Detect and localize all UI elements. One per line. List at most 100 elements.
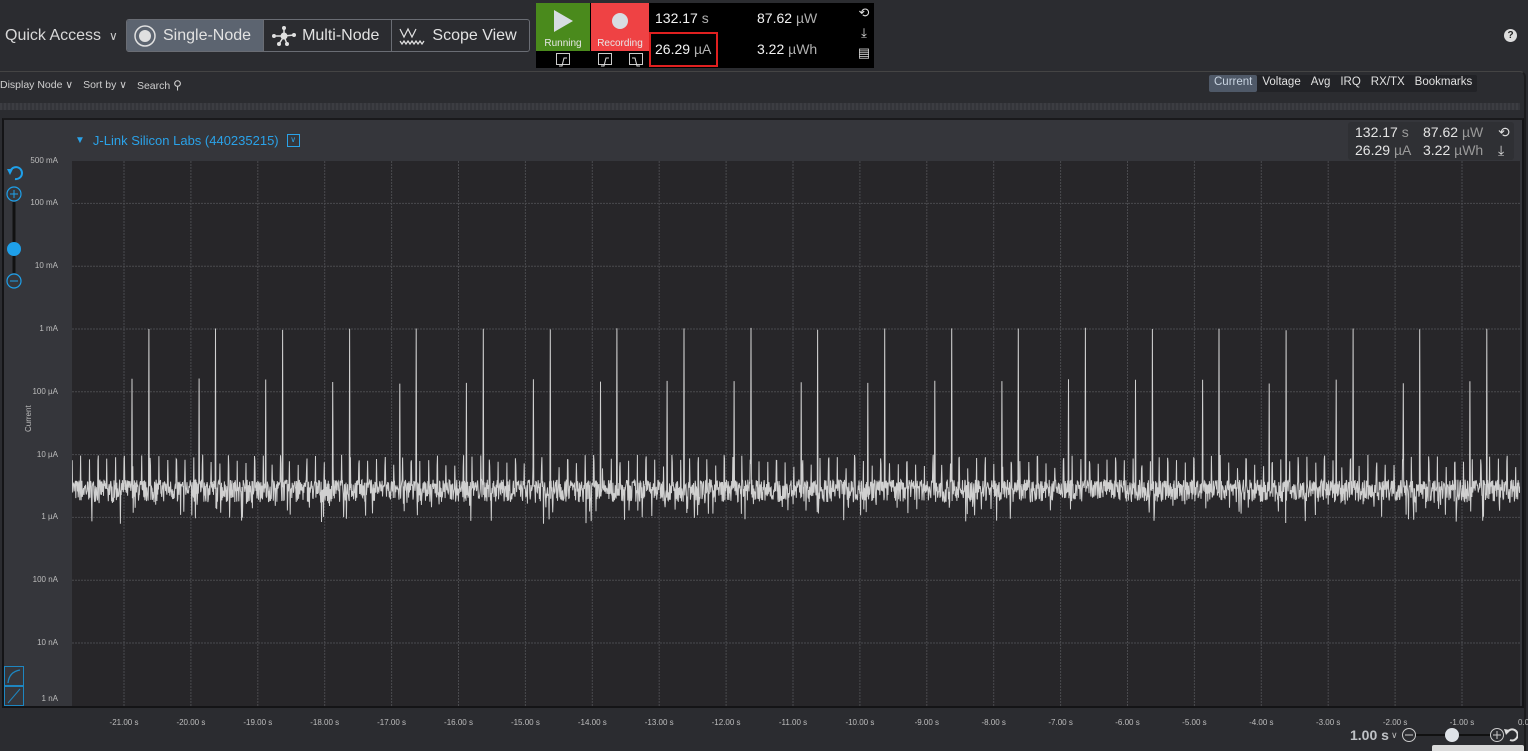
x-tick-label: -19.00 s: [243, 718, 273, 727]
node-power: 87.62 µW: [1423, 124, 1484, 140]
energy: 3.22 µWh: [757, 41, 818, 57]
run-label: Running: [544, 38, 582, 49]
elapsed-time: 132.17 s: [655, 10, 709, 26]
chevron-down-icon[interactable]: ∨: [1391, 730, 1398, 741]
help-icon[interactable]: ?: [1504, 29, 1517, 42]
y-tick-label: 1 nA: [41, 694, 58, 703]
time-zoom-controls: 1.00 s ∨: [1350, 725, 1518, 745]
tab-current[interactable]: Current: [1209, 75, 1258, 92]
x-tick-label: -13.00 s: [644, 718, 674, 727]
x-tick-label: -5.00 s: [1182, 718, 1207, 727]
list-icon[interactable]: ▤: [854, 43, 874, 63]
x-tick-label: -10.00 s: [845, 718, 875, 727]
x-tick-label: -15.00 s: [510, 718, 540, 727]
run-button[interactable]: Running: [536, 3, 590, 51]
log-scale-icon[interactable]: [4, 666, 24, 686]
x-tick-label: -12.00 s: [711, 718, 741, 727]
y-zoom-slider[interactable]: [6, 163, 24, 293]
x-tick-label: -16.00 s: [444, 718, 473, 727]
current-chart[interactable]: [72, 161, 1520, 706]
record-label: Recording: [597, 38, 643, 49]
plot-background: [72, 161, 1520, 706]
record-button[interactable]: Recording: [591, 3, 649, 51]
node-time: 132.17 s: [1355, 124, 1409, 140]
falling-edge-trigger-icon[interactable]: [629, 53, 643, 67]
x-tick-label: -14.00 s: [577, 718, 607, 727]
node-current: 26.29 µA: [1355, 142, 1412, 158]
node-reset-icon[interactable]: ⟲: [1498, 124, 1510, 141]
y-tick-label: 100 mA: [30, 198, 58, 208]
average-power: 87.62 µW: [757, 10, 818, 26]
x-tick-label: -6.00 s: [1115, 718, 1140, 727]
rising-edge-trigger-icon[interactable]: [598, 53, 612, 67]
rising-edge-trigger-icon[interactable]: [556, 53, 570, 67]
x-tick-label: -11.00 s: [778, 718, 808, 727]
view-mode-selector: Single-Node Multi-Node Scope View: [126, 19, 530, 52]
time-zoom-slider[interactable]: [1400, 725, 1518, 745]
node-stats: 132.17 s 26.29 µA 87.62 µW 3.22 µWh ⟲ ⤓: [1348, 122, 1514, 160]
tab-irq[interactable]: IRQ: [1335, 75, 1365, 92]
reset-icon[interactable]: ⟲: [854, 3, 874, 23]
y-axis-title: Current: [24, 405, 33, 432]
node-title: J-Link Silicon Labs (440235215): [92, 133, 279, 148]
tab-voltage[interactable]: Voltage: [1257, 75, 1305, 92]
control-side-icons: ⟲ ⤓ ▤: [854, 3, 874, 68]
node-energy: 3.22 µWh: [1423, 142, 1484, 158]
time-zoom-handle[interactable]: [1444, 728, 1459, 742]
metric-tabs: Current Voltage Avg IRQ RX/TX Bookmarks: [1209, 75, 1478, 92]
quick-access-label: Quick Access: [5, 27, 102, 44]
measurement-control-panel: Running Recording 132.17 s 26.29 µA 87.6…: [536, 3, 874, 68]
mode-multi-node[interactable]: Multi-Node: [264, 20, 393, 51]
node-export-icon[interactable]: ⤓: [1498, 142, 1504, 159]
node-header[interactable]: ▼ J-Link Silicon Labs (440235215) ∨: [75, 133, 300, 148]
mode-label: Scope View: [432, 26, 517, 44]
y-reset-icon[interactable]: [7, 166, 23, 181]
node-toolbar: Display Node ∨ Sort by ∨ Search ⚲: [0, 78, 182, 92]
x-tick-label: -4.00 s: [1249, 718, 1274, 727]
mode-label: Multi-Node: [302, 26, 380, 44]
collapse-triangle-icon: ▼: [75, 135, 85, 146]
y-tick-label: 1 µA: [41, 512, 58, 522]
x-tick-label: -18.00 s: [310, 718, 340, 727]
radio-icon: [134, 24, 156, 47]
display-node-dropdown[interactable]: Display Node ∨: [0, 79, 73, 91]
x-tick-label: -7.00 s: [1048, 718, 1073, 727]
y-tick-label: 100 nA: [32, 575, 58, 585]
y-tick-label: 100 µA: [32, 386, 58, 396]
y-tick-label: 500 mA: [30, 156, 58, 165]
play-icon: [554, 10, 573, 32]
timeline-ruler[interactable]: [0, 103, 1520, 110]
record-icon: [612, 13, 628, 29]
search-button[interactable]: Search ⚲: [137, 78, 182, 92]
y-tick-label: 10 µA: [36, 449, 58, 459]
y-tick-label: 1 mA: [39, 324, 58, 333]
time-scale-value[interactable]: 1.00 s: [1350, 727, 1389, 743]
y-tick-label: 10 nA: [37, 638, 58, 647]
horizontal-scrollbar[interactable]: [1432, 745, 1524, 751]
x-tick-label: -21.00 s: [109, 718, 139, 727]
network-icon: [272, 25, 297, 46]
time-reset-icon[interactable]: [1503, 728, 1518, 742]
x-tick-label: -17.00 s: [377, 718, 407, 727]
chevron-down-icon: ∨: [109, 29, 118, 43]
top-bar: Quick Access ∨ Single-Node Multi-Node Sc…: [0, 0, 1528, 70]
mode-label: Single-Node: [163, 26, 252, 44]
tab-avg[interactable]: Avg: [1306, 75, 1336, 92]
y-zoom-handle[interactable]: [7, 242, 21, 256]
tab-bookmarks[interactable]: Bookmarks: [1410, 75, 1478, 92]
search-icon: ⚲: [173, 78, 182, 92]
highlight-box: [649, 32, 718, 67]
sort-by-dropdown[interactable]: Sort by ∨: [83, 79, 127, 91]
export-icon[interactable]: ⤓: [854, 23, 874, 43]
tab-rxtx[interactable]: RX/TX: [1366, 75, 1410, 92]
mode-scope-view[interactable]: Scope View: [392, 20, 528, 51]
mode-single-node[interactable]: Single-Node: [127, 20, 265, 51]
zoom-in-icon[interactable]: [1489, 728, 1504, 742]
zoom-out-icon[interactable]: [1401, 728, 1416, 742]
quick-access-menu[interactable]: Quick Access ∨: [5, 27, 118, 45]
y-tick-label: 10 mA: [34, 261, 58, 271]
x-tick-label: -9.00 s: [914, 718, 940, 727]
waveform-icon: [399, 27, 425, 45]
node-dropdown-icon[interactable]: ∨: [286, 134, 300, 147]
zoom-out-icon[interactable]: [6, 273, 22, 289]
